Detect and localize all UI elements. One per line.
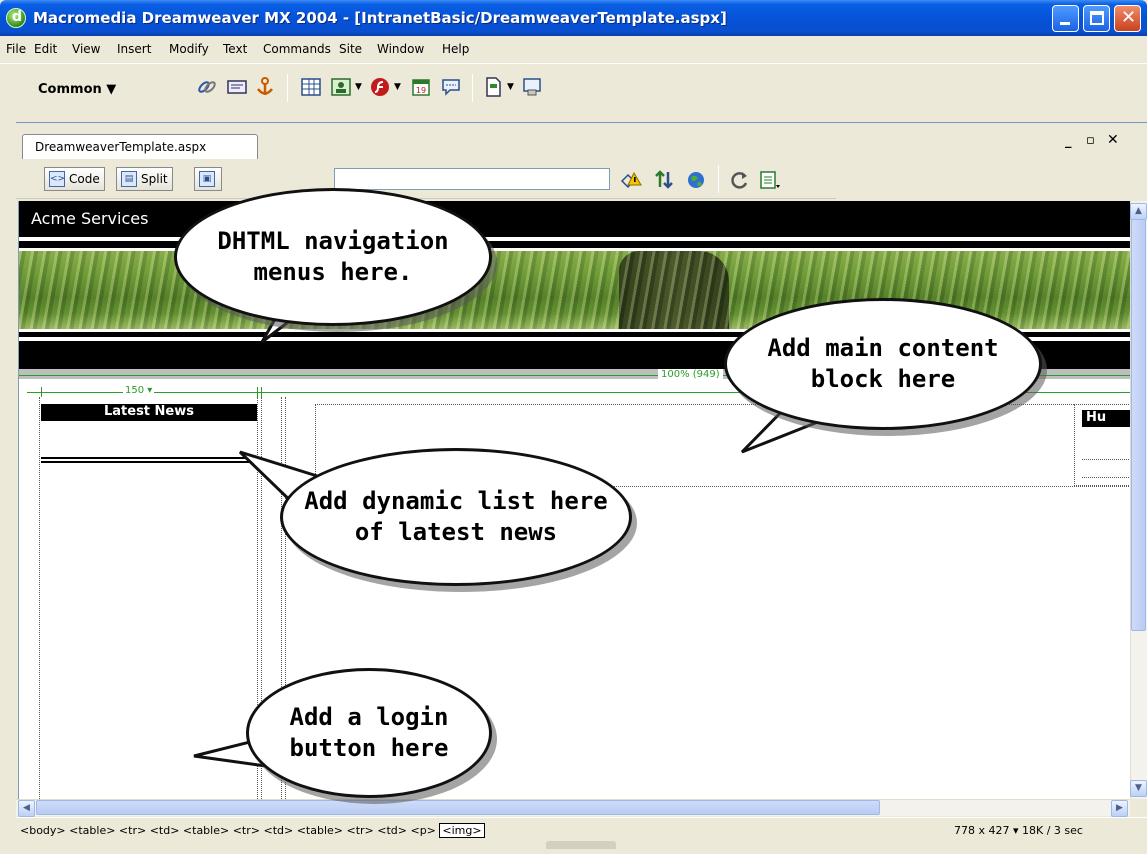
design-view-button[interactable]: ▣ [194, 167, 222, 191]
hyperlink-icon[interactable] [196, 76, 218, 98]
menu-edit[interactable]: Edit [34, 42, 57, 56]
svg-text:19: 19 [416, 86, 426, 95]
status-bar: <body> <table> <tr> <td> <table> <tr> <t… [16, 817, 1147, 843]
callout-nav-text: DHTML navigation menus here. [217, 227, 449, 286]
maximize-icon [1090, 11, 1104, 25]
image-icon[interactable] [330, 76, 352, 98]
selected-tag[interactable]: <img> [439, 823, 485, 838]
window-size[interactable]: 778 x 427 [954, 824, 1010, 837]
view-options-icon[interactable] [758, 169, 782, 191]
maximize-button[interactable] [1083, 5, 1110, 32]
document-toolbar: <> Code ▤ Split ▣ [16, 159, 836, 199]
scroll-down-button[interactable]: ▼ [1130, 780, 1147, 797]
named-anchor-icon[interactable] [254, 76, 276, 98]
document-tab-bar: DreamweaverTemplate.aspx _ ▫ ✕ [16, 123, 1147, 159]
preview-browser-icon[interactable] [686, 169, 710, 191]
media-flash-icon[interactable] [369, 76, 391, 98]
menu-insert[interactable]: Insert [117, 42, 151, 56]
minimize-button[interactable] [1052, 5, 1079, 32]
download-size: 18K / 3 sec [1022, 824, 1083, 837]
column-width-label[interactable]: 150 ▾ [123, 385, 155, 396]
code-view-icon: <> [49, 171, 65, 187]
callout-nav-menus: DHTML navigation menus here. [174, 188, 492, 326]
callout-login-button: Add a login button here [246, 668, 492, 798]
insert-category-menu[interactable]: Common ▼ [38, 82, 116, 97]
panel-grip[interactable] [546, 841, 616, 849]
window-title: Macromedia Dreamweaver MX 2004 - [Intran… [33, 9, 727, 27]
document-tab[interactable]: DreamweaverTemplate.aspx [22, 134, 258, 159]
file-management-icon[interactable] [654, 169, 678, 191]
table-width-label[interactable]: 100% (949) [658, 369, 723, 380]
vertical-scroll-thumb[interactable] [1131, 219, 1146, 631]
scroll-corner [1130, 799, 1147, 816]
menu-text[interactable]: Text [223, 42, 247, 56]
title-bar[interactable]: d Macromedia Dreamweaver MX 2004 - [Intr… [0, 0, 1147, 36]
scroll-left-button[interactable]: ◀ [18, 800, 35, 817]
table-icon[interactable] [300, 76, 322, 98]
document-title-input[interactable] [334, 168, 610, 190]
comment-icon[interactable] [440, 76, 462, 98]
templates-icon[interactable] [482, 76, 504, 98]
scroll-right-button[interactable]: ▶ [1111, 800, 1128, 817]
status-info: 778 x 427 ▾ 18K / 3 sec [954, 824, 1083, 837]
tag-selector[interactable]: <body> <table> <tr> <td> <table> <tr> <t… [20, 823, 485, 838]
split-view-label: Split [141, 172, 168, 186]
close-button[interactable]: ✕ [1114, 5, 1141, 32]
callout-latest-news: Add dynamic list here of latest news [280, 448, 632, 586]
email-link-icon[interactable] [226, 76, 248, 98]
latest-news-heading: Latest News [41, 404, 257, 421]
split-view-button[interactable]: ▤ Split [116, 167, 173, 191]
insert-category-label: Common [38, 82, 102, 97]
minimize-icon [1060, 22, 1070, 25]
right-sidebar-heading: Hu [1082, 410, 1130, 427]
callout-login-text: Add a login button here [289, 703, 449, 762]
code-view-button[interactable]: <> Code [44, 167, 105, 191]
menu-file[interactable]: File [6, 42, 26, 56]
code-view-label: Code [69, 172, 100, 186]
menu-site[interactable]: Site [339, 42, 362, 56]
horizontal-scroll-thumb[interactable] [36, 800, 880, 815]
dreamweaver-app-icon[interactable]: d [6, 8, 26, 28]
menu-modify[interactable]: Modify [169, 42, 209, 56]
site-name: Acme Services [31, 209, 149, 228]
refresh-icon[interactable] [728, 169, 752, 191]
news-list-placeholder[interactable] [41, 457, 257, 463]
callout-main-text: Add main content block here [767, 334, 999, 393]
menu-view[interactable]: View [72, 42, 100, 56]
design-view-icon: ▣ [199, 171, 215, 187]
document-close-icon[interactable]: ✕ [1107, 132, 1119, 148]
menu-window[interactable]: Window [377, 42, 424, 56]
menu-commands[interactable]: Commands [263, 42, 331, 56]
tag-chooser-icon[interactable] [521, 76, 543, 98]
tag-path-text[interactable]: <body> <table> <tr> <td> <table> <tr> <t… [20, 824, 436, 837]
document-restore-icon[interactable]: ▫ [1086, 133, 1095, 148]
dreamweaver-window: d Macromedia Dreamweaver MX 2004 - [Intr… [0, 0, 1147, 854]
insert-bar: Common ▼ ▼ ▼ 19 ▼ [0, 63, 1147, 117]
browser-check-icon[interactable] [620, 169, 644, 191]
menu-bar: File Edit View Insert Modify Text Comman… [0, 36, 1147, 63]
callout-news-text: Add dynamic list here of latest news [304, 487, 608, 546]
scroll-up-button[interactable]: ▲ [1130, 203, 1147, 220]
document-minimize-icon[interactable]: _ [1065, 134, 1072, 149]
split-view-icon: ▤ [121, 171, 137, 187]
menu-help[interactable]: Help [442, 42, 469, 56]
callout-main-content: Add main content block here [724, 298, 1042, 430]
date-icon[interactable]: 19 [410, 76, 432, 98]
close-icon: ✕ [1121, 7, 1137, 28]
